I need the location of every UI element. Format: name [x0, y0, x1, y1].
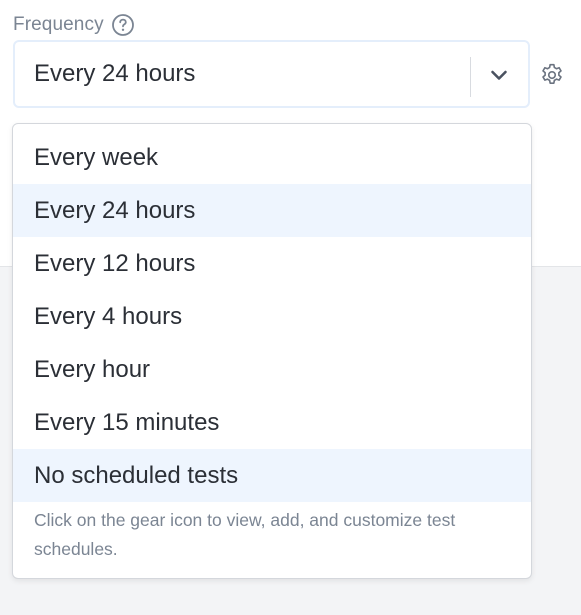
frequency-selected-value: Every 24 hours	[34, 60, 196, 87]
frequency-label: Frequency	[13, 14, 104, 35]
menu-item-every-4-hours[interactable]: Every 4 hours	[13, 290, 531, 343]
menu-item-every-hour[interactable]: Every hour	[13, 343, 531, 396]
frequency-label-row: Frequency	[13, 12, 135, 38]
menu-item-no-scheduled-tests[interactable]: No scheduled tests	[13, 449, 531, 502]
frequency-dropdown-menu: Every week Every 24 hours Every 12 hours…	[12, 123, 532, 579]
chevron-down-icon[interactable]	[487, 63, 511, 87]
frequency-options-list: Every week Every 24 hours Every 12 hours…	[13, 131, 531, 502]
question-circle-icon[interactable]	[111, 13, 135, 37]
menu-item-every-12-hours[interactable]: Every 12 hours	[13, 237, 531, 290]
menu-item-every-24-hours[interactable]: Every 24 hours	[13, 184, 531, 237]
select-divider	[470, 57, 471, 97]
gear-icon[interactable]	[539, 62, 565, 88]
menu-hint-text: Click on the gear icon to view, add, and…	[34, 510, 456, 559]
frequency-select[interactable]: Every 24 hours	[13, 40, 530, 108]
menu-item-every-week[interactable]: Every week	[13, 131, 531, 184]
menu-item-every-15-minutes[interactable]: Every 15 minutes	[13, 396, 531, 449]
